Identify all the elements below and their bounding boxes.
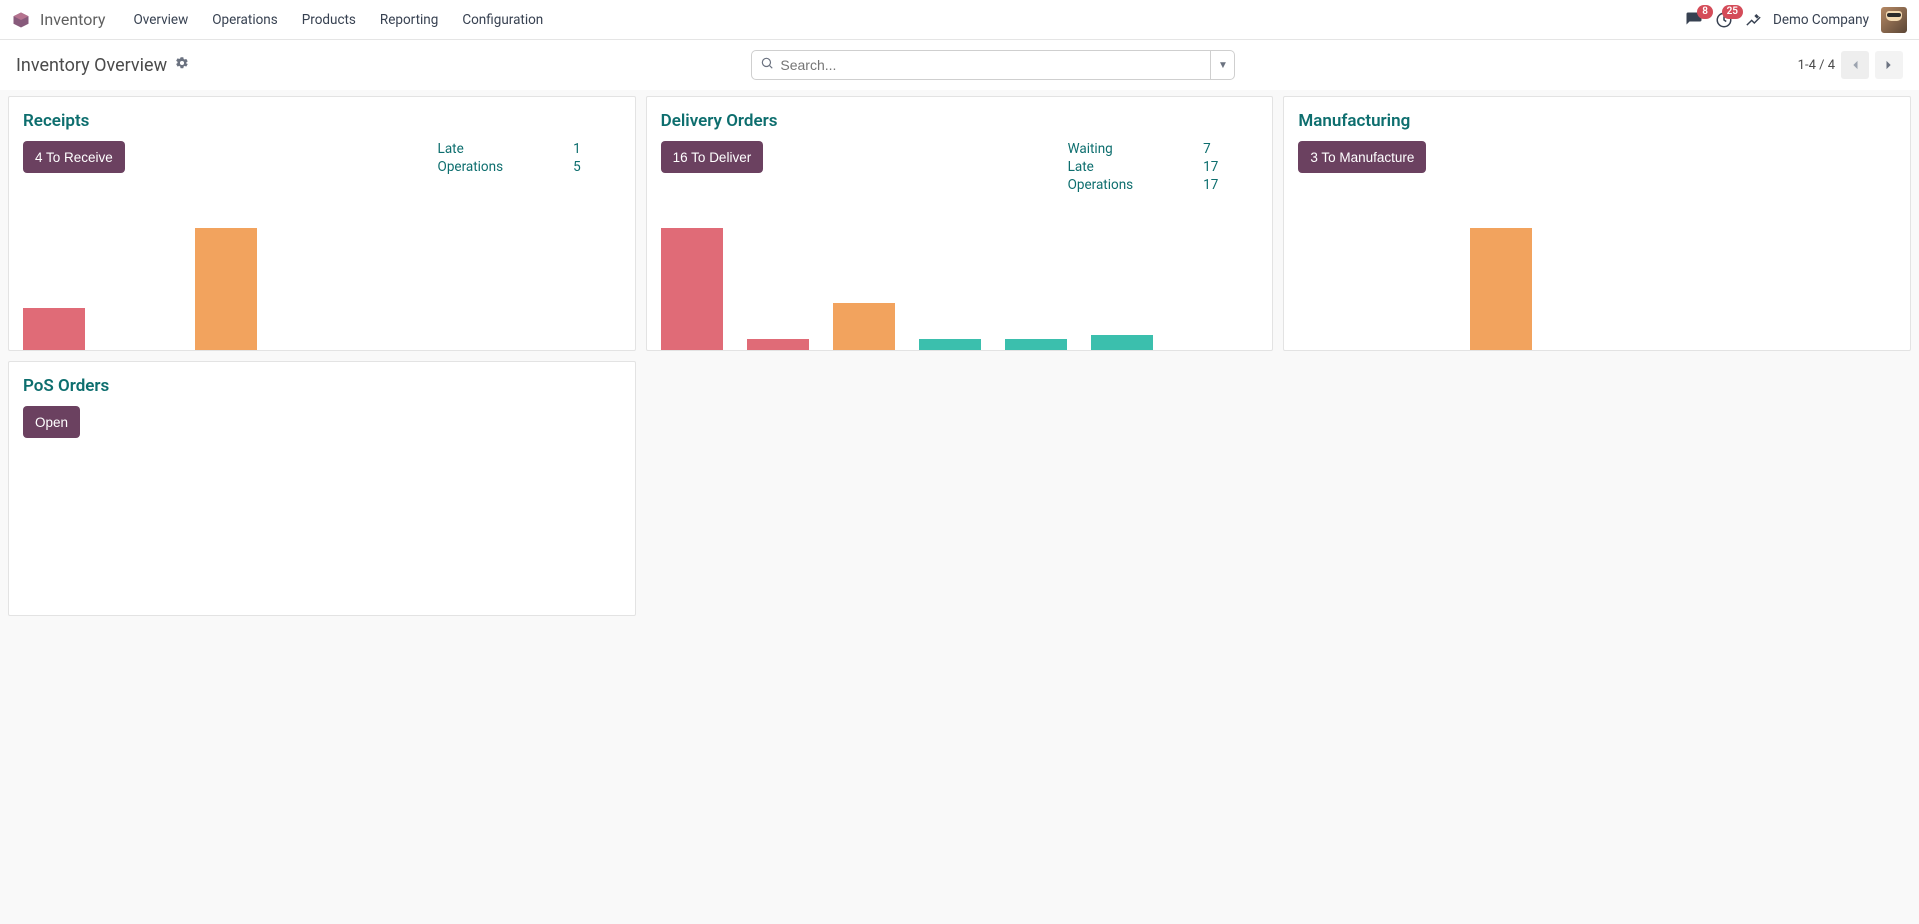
search-icon [760, 56, 774, 74]
messages-icon[interactable]: 8 [1685, 11, 1703, 29]
app-logo[interactable] [12, 11, 30, 29]
nav-links: Overview Operations Products Reporting C… [122, 2, 556, 38]
stat-label[interactable]: Operations [1068, 177, 1134, 193]
app-name[interactable]: Inventory [40, 10, 106, 29]
stat-value[interactable]: 17 [1203, 159, 1218, 175]
delivery-chart [647, 226, 1273, 350]
chart-bar [661, 228, 723, 350]
company-name[interactable]: Demo Company [1773, 12, 1869, 28]
card-body: 16 To Deliver Waiting 7 Late 17 Operatio… [647, 135, 1273, 193]
debug-icon[interactable] [1745, 12, 1761, 28]
nav-overview[interactable]: Overview [122, 2, 201, 38]
pager-text: 1-4 / 4 [1798, 58, 1835, 73]
pos-chart [9, 491, 635, 615]
search-input[interactable] [780, 57, 1202, 73]
search-box[interactable] [751, 50, 1211, 80]
nav-configuration[interactable]: Configuration [450, 2, 555, 38]
pager-next[interactable] [1875, 51, 1903, 79]
avatar[interactable] [1881, 7, 1907, 33]
card-pos: PoS Orders Open [8, 361, 636, 616]
card-title-delivery[interactable]: Delivery Orders [647, 97, 1273, 135]
gear-icon[interactable] [175, 56, 189, 74]
stat-label[interactable]: Late [438, 141, 504, 157]
activities-icon[interactable]: 25 [1715, 11, 1733, 29]
card-title-pos[interactable]: PoS Orders [9, 362, 635, 400]
stat-value[interactable]: 17 [1203, 177, 1218, 193]
pager-prev[interactable] [1841, 51, 1869, 79]
card-body: Open [9, 400, 635, 438]
chart-bar [919, 339, 981, 350]
stat-value[interactable]: 5 [573, 159, 581, 175]
chart-bar [23, 308, 85, 350]
search-wrap: ▼ [751, 50, 1235, 80]
chart-bar [1470, 228, 1532, 350]
breadcrumb: Inventory Overview [16, 55, 189, 76]
card-delivery: Delivery Orders 16 To Deliver Waiting 7 … [646, 96, 1274, 351]
nav-products[interactable]: Products [290, 2, 368, 38]
stat-label[interactable]: Operations [438, 159, 504, 175]
control-bar: Inventory Overview ▼ 1-4 / 4 [0, 40, 1919, 90]
pos-action-button[interactable]: Open [23, 406, 80, 438]
nav-operations[interactable]: Operations [200, 2, 290, 38]
receipts-action-button[interactable]: 4 To Receive [23, 141, 125, 173]
card-body: 4 To Receive Late 1 Operations 5 [9, 135, 635, 175]
stat-label[interactable]: Late [1068, 159, 1134, 175]
card-title-manufacturing[interactable]: Manufacturing [1284, 97, 1910, 135]
activities-badge: 25 [1722, 5, 1743, 19]
chart-bar [195, 228, 257, 350]
chart-bar [747, 339, 809, 350]
chart-bar [1091, 335, 1153, 350]
manufacturing-action-button[interactable]: 3 To Manufacture [1298, 141, 1426, 173]
card-manufacturing: Manufacturing 3 To Manufacture [1283, 96, 1911, 351]
page-title: Inventory Overview [16, 55, 167, 76]
receipts-stats: Late 1 Operations 5 [438, 141, 621, 175]
stat-value[interactable]: 1 [573, 141, 581, 157]
nav-reporting[interactable]: Reporting [368, 2, 450, 38]
manufacturing-chart [1284, 226, 1910, 350]
chart-bar [833, 303, 895, 350]
card-body: 3 To Manufacture [1284, 135, 1910, 173]
chart-bar [1005, 339, 1067, 350]
delivery-stats: Waiting 7 Late 17 Operations 17 [1068, 141, 1259, 193]
card-title-receipts[interactable]: Receipts [9, 97, 635, 135]
receipts-chart [9, 226, 635, 350]
card-receipts: Receipts 4 To Receive Late 1 Operations … [8, 96, 636, 351]
topnav-right: 8 25 Demo Company [1685, 7, 1907, 33]
search-dropdown-toggle[interactable]: ▼ [1211, 50, 1235, 80]
delivery-action-button[interactable]: 16 To Deliver [661, 141, 764, 173]
pager: 1-4 / 4 [1798, 51, 1903, 79]
stat-value[interactable]: 7 [1203, 141, 1218, 157]
kanban-grid: Receipts 4 To Receive Late 1 Operations … [0, 90, 1919, 622]
messages-badge: 8 [1697, 5, 1713, 19]
stat-label[interactable]: Waiting [1068, 141, 1134, 157]
top-nav: Inventory Overview Operations Products R… [0, 0, 1919, 40]
